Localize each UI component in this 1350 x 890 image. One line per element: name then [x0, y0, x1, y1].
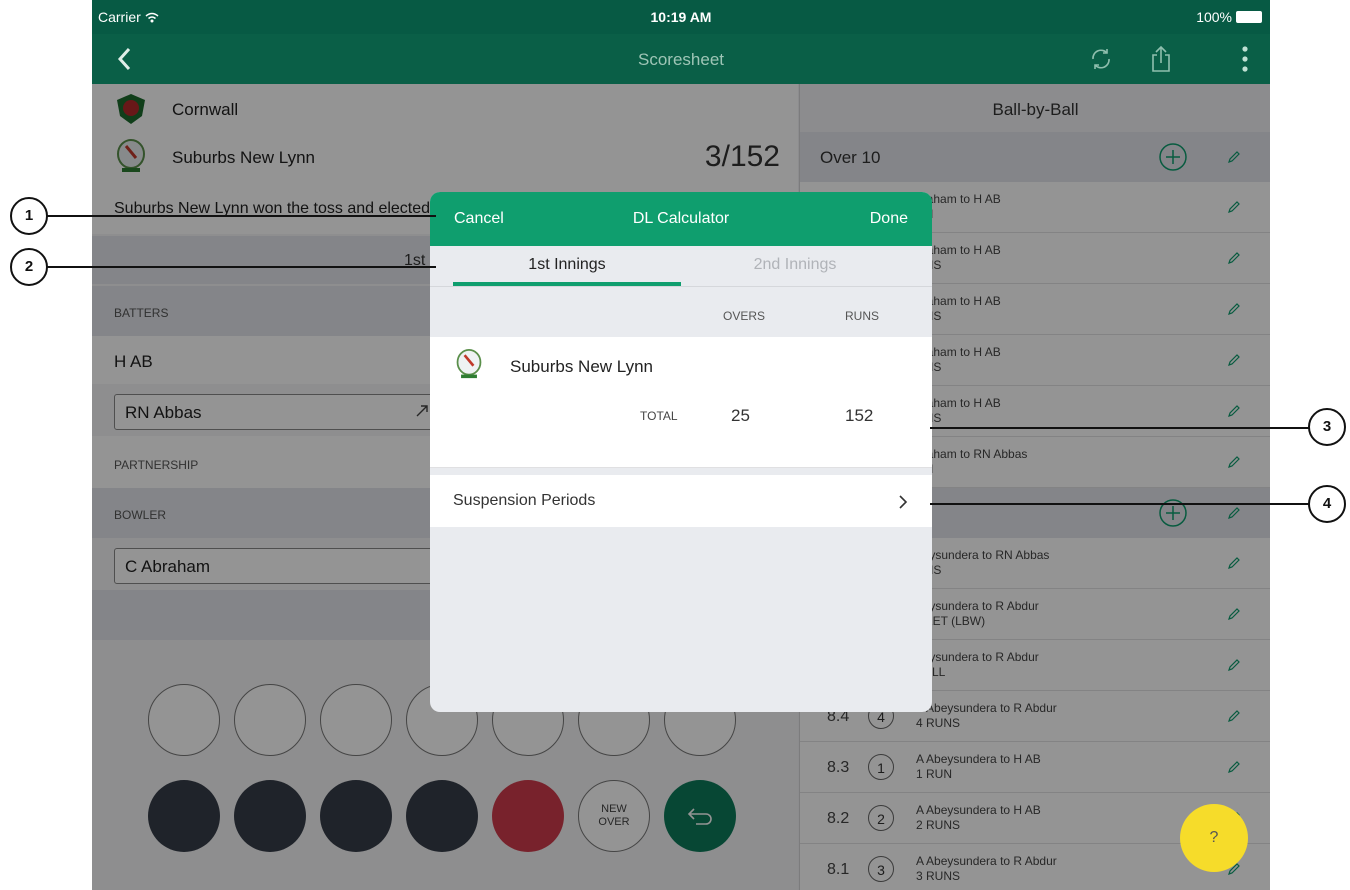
tab-1st-innings[interactable]: 1st Innings: [453, 256, 681, 274]
total-overs[interactable]: 25: [731, 406, 750, 426]
share-button[interactable]: [1146, 44, 1176, 74]
clock: 10:19 AM: [650, 9, 712, 25]
runs-column-header: RUNS: [845, 309, 880, 323]
suspension-periods-row[interactable]: Suspension Periods: [430, 475, 932, 527]
callout-3: 3: [1308, 408, 1346, 446]
refresh-icon: [1092, 49, 1110, 69]
callout-line-2: [46, 266, 436, 268]
total-label: TOTAL: [640, 409, 678, 423]
suburbs-logo-icon: [456, 349, 482, 379]
help-button[interactable]: ?: [1180, 804, 1248, 872]
more-vertical-icon: [1242, 46, 1248, 72]
more-options-button[interactable]: [1230, 44, 1260, 74]
total-runs[interactable]: 152: [845, 406, 873, 426]
suspension-periods-label: Suspension Periods: [453, 492, 596, 509]
active-tab-indicator: [453, 282, 681, 286]
modal-team-name: Suburbs New Lynn: [510, 357, 654, 376]
share-icon: [1152, 45, 1170, 72]
callout-line-4: [930, 503, 1310, 505]
modal-title: DL Calculator: [632, 210, 730, 227]
innings-tabs: 1st Innings 2nd Innings: [430, 246, 932, 287]
callout-4: 4: [1308, 485, 1346, 523]
team-total-row: Suburbs New Lynn TOTAL 25 152: [430, 337, 932, 468]
battery-status: 100%: [1196, 9, 1262, 25]
modal-header: Cancel DL Calculator Done: [430, 192, 932, 246]
callout-1: 1: [10, 197, 48, 235]
sync-button[interactable]: [1086, 44, 1116, 74]
dl-calculator-modal: Cancel DL Calculator Done 1st Innings 2n…: [430, 192, 932, 712]
done-button[interactable]: Done: [870, 210, 908, 228]
callout-line-1: [46, 215, 436, 217]
nav-bar: Scoresheet: [92, 34, 1270, 84]
battery-icon: [1236, 11, 1262, 23]
chevron-right-icon: [899, 495, 908, 509]
tab-2nd-innings[interactable]: 2nd Innings: [681, 256, 909, 274]
overs-column-header: OVERS: [723, 309, 766, 323]
status-bar: Carrier 10:19 AM 100%: [92, 0, 1270, 34]
callout-2: 2: [10, 248, 48, 286]
column-headers: OVERS RUNS: [430, 287, 932, 337]
callout-line-3: [930, 427, 1310, 429]
